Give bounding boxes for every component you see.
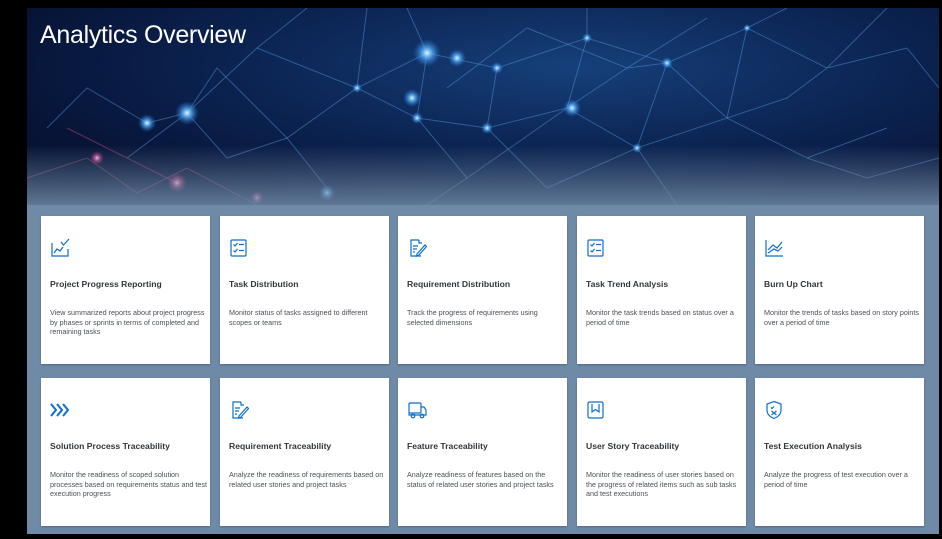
tile-requirement-traceability[interactable]: Requirement Traceability Analyze the rea… <box>220 378 389 526</box>
checklist-icon <box>229 238 249 258</box>
tile-description: Monitor the task trends based on status … <box>586 308 734 327</box>
tile-title: Requirement Distribution <box>407 279 511 289</box>
tile-description: Analyze the progress of test execution o… <box>764 470 908 489</box>
tile-description: View summarized reports about project pr… <box>50 308 205 337</box>
tile-title: Requirement Traceability <box>229 441 332 451</box>
app-frame: Analytics Overview Project Progress Repo… <box>27 8 939 534</box>
tile-project-progress-reporting[interactable]: Project Progress Reporting View summariz… <box>41 216 210 364</box>
tile-description: Monitor status of tasks assigned to diff… <box>229 308 368 327</box>
process-chevrons-icon <box>50 400 70 420</box>
tile-solution-process-traceability[interactable]: Solution Process Traceability Monitor th… <box>41 378 210 526</box>
tile-user-story-traceability[interactable]: User Story Traceability Monitor the read… <box>577 378 746 526</box>
test-shield-icon <box>764 400 784 420</box>
shipping-truck-icon <box>407 400 427 420</box>
tile-feature-traceability[interactable]: Feature Traceability Analyze readiness o… <box>398 378 567 526</box>
tile-task-trend-analysis[interactable]: Task Trend Analysis Monitor the task tre… <box>577 216 746 364</box>
progress-report-icon <box>50 238 70 258</box>
line-chart-icon <box>764 238 784 258</box>
tile-title: Task Distribution <box>229 279 299 289</box>
tile-title: Task Trend Analysis <box>586 279 669 289</box>
checklist-icon <box>586 238 606 258</box>
tile-test-execution-analysis[interactable]: Test Execution Analysis Analyze the prog… <box>755 378 924 526</box>
tile-description: Monitor the readiness of scoped solution… <box>50 470 208 499</box>
tile-description: Monitor the readiness of user stories ba… <box>586 470 737 499</box>
tile-requirement-distribution[interactable]: Requirement Distribution Track the progr… <box>398 216 567 364</box>
tile-description: Analyze the readiness of requirements ba… <box>229 470 384 489</box>
document-edit-icon <box>407 238 428 258</box>
tile-title: Burn Up Chart <box>764 279 823 289</box>
tile-title: Project Progress Reporting <box>50 279 162 289</box>
tile-burn-up-chart[interactable]: Burn Up Chart Monitor the trends of task… <box>755 216 924 364</box>
document-edit-icon <box>229 400 250 420</box>
tile-title: Solution Process Traceability <box>50 441 170 451</box>
tile-task-distribution[interactable]: Task Distribution Monitor status of task… <box>220 216 389 364</box>
tile-title: User Story Traceability <box>586 441 680 451</box>
bookmark-icon <box>586 400 606 420</box>
tile-description: Analyze readiness of features based on t… <box>407 470 554 489</box>
tile-title: Feature Traceability <box>407 441 488 451</box>
tile-description: Track the progress of requirements using… <box>407 308 538 327</box>
tile-grid: Project Progress Reporting View summariz… <box>27 8 939 534</box>
tile-title: Test Execution Analysis <box>764 441 862 451</box>
tile-description: Monitor the trends of tasks based on sto… <box>764 308 920 327</box>
